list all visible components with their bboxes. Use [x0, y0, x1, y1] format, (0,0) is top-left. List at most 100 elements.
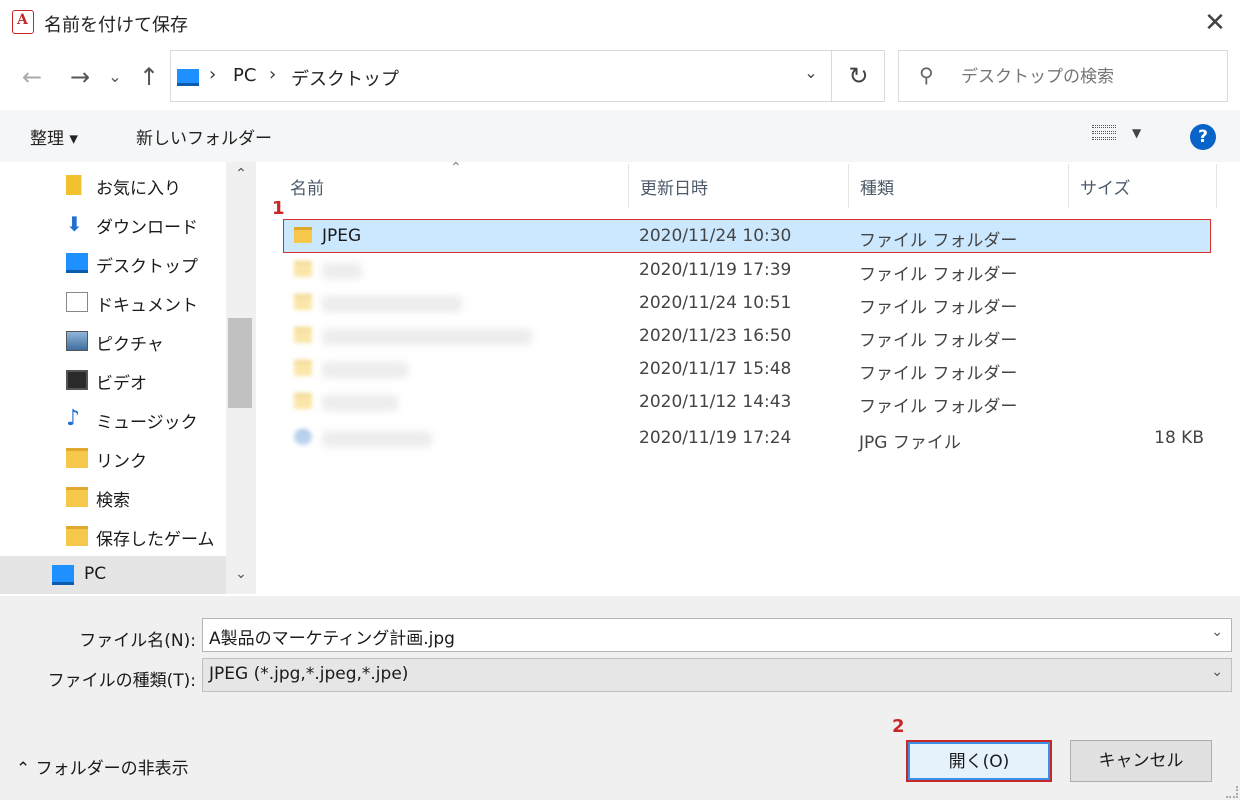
view-options-icon[interactable] [1092, 122, 1120, 148]
column-header-size[interactable]: サイズ [1080, 174, 1131, 199]
file-type: JPG ファイル [859, 433, 961, 453]
sidebar-item-label: ドキュメント [96, 296, 198, 316]
file-row[interactable]: 2020/11/19 17:24 JPG ファイル 18 KB [284, 422, 1210, 454]
view-dropdown-icon[interactable]: ▼ [1132, 126, 1141, 140]
folder-icon [294, 327, 312, 343]
sidebar-item-favorites[interactable]: お気に入り [0, 166, 226, 204]
file-row[interactable]: 2020/11/17 15:48 ファイル フォルダー [284, 353, 1210, 385]
file-name-redacted [322, 362, 408, 378]
new-folder-button[interactable]: 新しいフォルダー [136, 124, 272, 149]
file-list: ⌃ 名前 更新日時 種類 サイズ JPEG 2020/11/24 10:30 フ… [258, 160, 1240, 594]
sidebar-item-videos[interactable]: ビデオ [0, 361, 226, 399]
file-date: 2020/11/12 14:43 [639, 392, 792, 412]
image-file-icon [294, 429, 312, 445]
file-row-jpeg[interactable]: JPEG 2020/11/24 10:30 ファイル フォルダー [283, 219, 1211, 253]
sidebar-item-music[interactable]: ♪ ミュージック [0, 400, 226, 438]
close-icon[interactable]: ✕ [1196, 4, 1234, 42]
sidebar-item-documents[interactable]: ドキュメント [0, 283, 226, 321]
folder-icon [294, 393, 312, 409]
folder-icon [294, 294, 312, 310]
back-icon[interactable]: ← [16, 60, 48, 94]
address-dropdown-icon[interactable]: ⌄ [791, 63, 831, 91]
search-folder-icon [66, 487, 88, 507]
search-input[interactable] [961, 63, 1221, 91]
file-date: 2020/11/24 10:51 [639, 293, 792, 313]
column-header-name[interactable]: 名前 [290, 174, 324, 199]
file-name-redacted [322, 395, 398, 411]
file-date: 2020/11/23 16:50 [639, 326, 792, 346]
callout-2: 2 [892, 716, 905, 737]
folder-icon [294, 360, 312, 376]
filename-value: A製品のマーケティング計画.jpg [209, 629, 455, 649]
refresh-icon[interactable]: ↻ [831, 51, 885, 101]
sidebar-item-label: お気に入り [96, 179, 181, 199]
address-bar[interactable]: › PC › デスクトップ ⌄ ↻ [170, 50, 885, 102]
file-date: 2020/11/17 15:48 [639, 359, 792, 379]
file-date: 2020/11/19 17:24 [639, 428, 792, 448]
download-icon: ⬇ [66, 212, 83, 236]
file-type: ファイル フォルダー [859, 397, 1018, 417]
file-name: JPEG [322, 226, 362, 246]
pictures-icon [66, 331, 88, 351]
file-name-redacted [322, 431, 432, 447]
sidebar-item-links[interactable]: リンク [0, 439, 226, 477]
file-date: 2020/11/19 17:39 [639, 260, 792, 280]
sidebar-item-label: デスクトップ [96, 257, 198, 277]
breadcrumb-separator-icon: › [209, 64, 217, 85]
sidebar-item-saved-games[interactable]: 保存したゲーム [0, 517, 226, 555]
sidebar-item-label: ピクチャ [96, 335, 164, 355]
pc-icon [177, 69, 199, 86]
file-row[interactable]: 2020/11/24 10:51 ファイル フォルダー [284, 287, 1210, 319]
scroll-down-icon[interactable]: ⌄ [226, 566, 256, 592]
sidebar-item-downloads[interactable]: ⬇ ダウンロード [0, 205, 226, 243]
sidebar-item-desktop[interactable]: デスクトップ [0, 244, 226, 282]
sidebar-item-pictures[interactable]: ピクチャ [0, 322, 226, 360]
sidebar-item-pc[interactable]: PC [0, 556, 226, 594]
window-title: 名前を付けて保存 [44, 15, 188, 36]
sort-ascending-icon: ⌃ [450, 160, 462, 176]
search-box[interactable]: ⚲ [898, 50, 1228, 102]
music-icon: ♪ [66, 406, 81, 431]
desktop-icon [66, 253, 88, 273]
resize-grip-icon[interactable] [1226, 786, 1238, 798]
column-header-type[interactable]: 種類 [860, 174, 894, 199]
saved-games-icon [66, 526, 88, 546]
sidebar-item-label: ビデオ [96, 374, 147, 394]
sidebar-item-label: ダウンロード [96, 218, 198, 238]
forward-icon[interactable]: → [64, 60, 96, 94]
file-type: ファイル フォルダー [859, 364, 1018, 384]
sidebar-item-searches[interactable]: 検索 [0, 478, 226, 516]
file-row[interactable]: 2020/11/23 16:50 ファイル フォルダー [284, 320, 1210, 352]
star-folder-icon [66, 175, 82, 195]
scroll-up-icon[interactable]: ⌃ [226, 166, 256, 192]
column-divider[interactable] [1216, 164, 1217, 208]
breadcrumb-separator-icon: › [269, 64, 277, 85]
sidebar-item-label: ミュージック [96, 413, 198, 433]
column-header-modified[interactable]: 更新日時 [640, 174, 708, 199]
file-type: ファイル フォルダー [859, 298, 1018, 318]
column-divider[interactable] [848, 164, 849, 208]
search-icon: ⚲ [919, 63, 934, 87]
hide-folders-button[interactable]: ⌃ フォルダーの非表示 [16, 754, 189, 779]
pdf-app-icon [12, 10, 34, 34]
organize-button[interactable]: 整理 ▾ [30, 124, 78, 149]
document-icon [66, 292, 88, 312]
filename-field[interactable]: A製品のマーケティング計画.jpg ⌄ [202, 618, 1232, 652]
breadcrumb-desktop[interactable]: デスクトップ [291, 65, 399, 91]
file-row[interactable]: 2020/11/12 14:43 ファイル フォルダー [284, 386, 1210, 418]
column-divider[interactable] [628, 164, 629, 208]
help-icon[interactable]: ? [1190, 124, 1216, 150]
column-divider[interactable] [1068, 164, 1069, 208]
up-icon[interactable]: ↑ [134, 60, 164, 94]
file-row[interactable]: 2020/11/19 17:39 ファイル フォルダー [284, 254, 1210, 286]
filetype-select[interactable]: JPEG (*.jpg,*.jpeg,*.jpe) ⌄ [202, 658, 1232, 692]
recent-locations-icon[interactable]: ⌄ [104, 60, 126, 94]
chevron-down-icon[interactable]: ⌄ [1211, 624, 1223, 640]
file-type: ファイル フォルダー [859, 331, 1018, 351]
cancel-button[interactable]: キャンセル [1070, 740, 1212, 782]
chevron-down-icon[interactable]: ⌄ [1211, 664, 1223, 680]
open-button[interactable]: 開く(O) [906, 740, 1052, 782]
folder-icon [294, 261, 312, 277]
scrollbar-thumb[interactable] [228, 318, 252, 408]
breadcrumb-pc[interactable]: PC [233, 65, 256, 86]
